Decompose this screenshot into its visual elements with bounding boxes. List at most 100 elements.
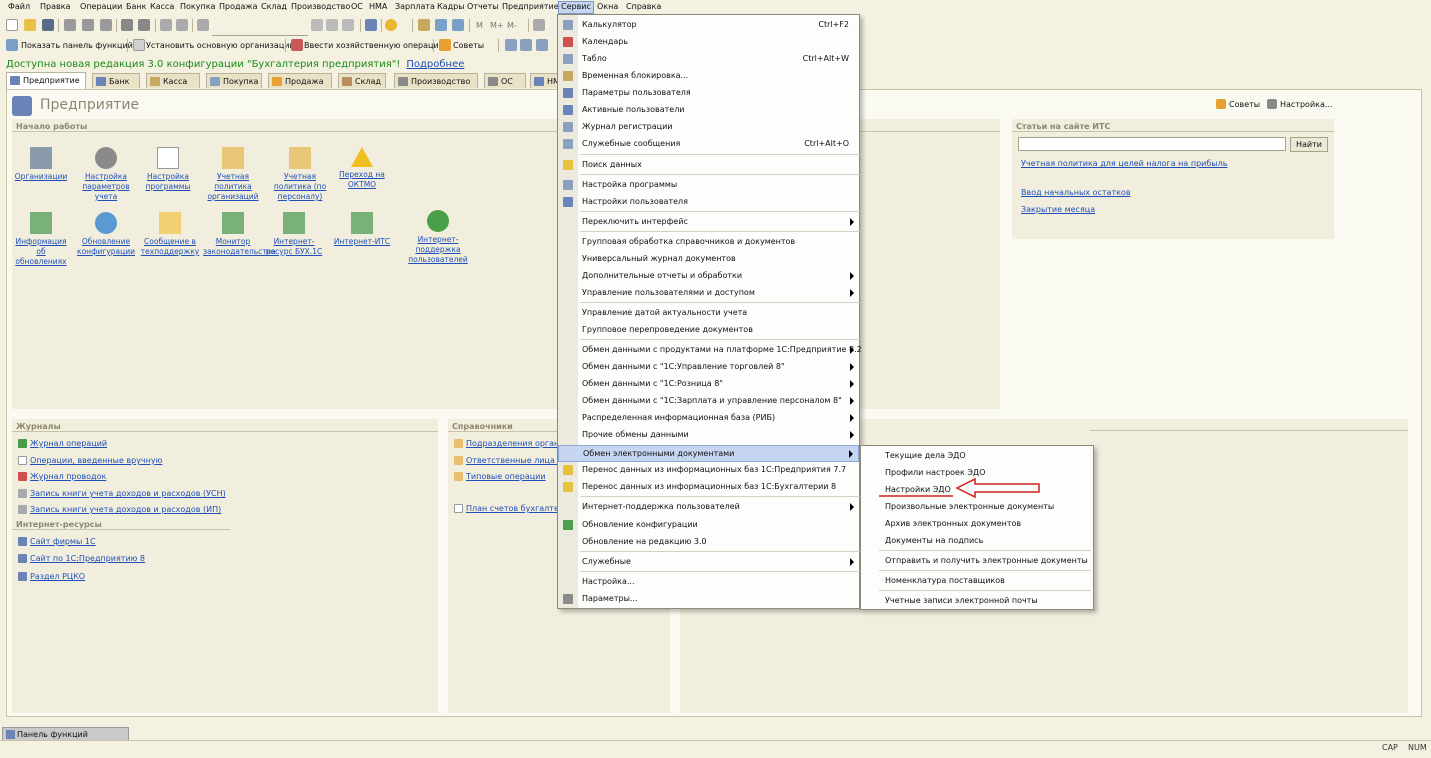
search-next-icon[interactable] bbox=[326, 19, 338, 31]
paste-icon[interactable] bbox=[100, 19, 112, 31]
settings-header-link[interactable]: Настройка... bbox=[1280, 100, 1333, 109]
edo-menu-item-docs-to-sign[interactable]: Документы на подпись bbox=[861, 533, 1093, 550]
service-menu-item-group-processing[interactable]: Групповая обработка справочников и докум… bbox=[558, 234, 859, 251]
service-menu-item-service-sub[interactable]: Служебные bbox=[558, 554, 859, 571]
menu-hr[interactable]: Кадры bbox=[437, 2, 465, 11]
table-icon[interactable] bbox=[452, 19, 464, 31]
menu-purchase[interactable]: Покупка bbox=[180, 2, 215, 11]
redo-icon[interactable] bbox=[176, 19, 188, 31]
menu-bank[interactable]: Банк bbox=[126, 2, 146, 11]
service-menu-item-extra-reports[interactable]: Дополнительные отчеты и обработки bbox=[558, 268, 859, 285]
menu-warehouse[interactable]: Склад bbox=[261, 2, 287, 11]
service-menu-item-calculator[interactable]: Калькулятор Ctrl+F2 bbox=[558, 17, 859, 34]
menu-os[interactable]: ОС bbox=[351, 2, 363, 11]
tab-cash[interactable]: Касса bbox=[146, 73, 200, 88]
report-icon[interactable] bbox=[520, 39, 532, 51]
start-item-personnel-policy[interactable]: Учетная политика (по персоналу) bbox=[270, 147, 330, 202]
memory-plus-label[interactable]: M+ bbox=[490, 21, 504, 30]
chart-icon[interactable] bbox=[505, 39, 517, 51]
service-menu-item-exchange-82[interactable]: Обмен данными с продуктами на платформе … bbox=[558, 342, 862, 359]
service-menu-item-search-data[interactable]: Поиск данных bbox=[558, 157, 859, 174]
journal-item[interactable]: Запись книги учета доходов и расходов (У… bbox=[30, 489, 226, 498]
start-item-internet-support[interactable]: Интернет-поддержка пользователей bbox=[397, 210, 479, 265]
search-clear-icon[interactable] bbox=[311, 19, 323, 31]
service-menu-item-internet-support[interactable]: Интернет-поддержка пользователей bbox=[558, 499, 859, 516]
copy-icon[interactable] bbox=[82, 19, 94, 31]
its-search-input[interactable] bbox=[1018, 137, 1286, 151]
edo-menu-item-archive[interactable]: Архив электронных документов bbox=[861, 516, 1093, 533]
start-item-org-policy[interactable]: Учетная политика организаций bbox=[203, 147, 263, 202]
internet-item[interactable]: Раздел РЦКО bbox=[30, 572, 85, 581]
show-panel-button[interactable]: Показать панель функций bbox=[21, 41, 133, 50]
start-item-oktmo[interactable]: Переход на ОКТМО bbox=[332, 147, 392, 190]
find-icon[interactable] bbox=[197, 19, 209, 31]
set-main-org-button[interactable]: Установить основную организацию bbox=[146, 41, 296, 50]
start-item-buh-resource[interactable]: Интернет-ресурс БУХ.1С bbox=[264, 212, 324, 257]
service-menu-item-edo[interactable]: Обмен электронными документами bbox=[558, 445, 859, 462]
enter-operation-button[interactable]: Ввести хозяйственную операцию bbox=[304, 41, 445, 50]
refs-item[interactable]: План счетов бухгалтер bbox=[466, 504, 564, 513]
start-item-config-update[interactable]: Обновление конфигурации bbox=[76, 212, 136, 257]
service-menu-item-switch-interface[interactable]: Переключить интерфейс bbox=[558, 214, 859, 231]
menu-cash[interactable]: Касса bbox=[150, 2, 174, 11]
its-link-tax-policy[interactable]: Учетная политика для целей налога на при… bbox=[1021, 159, 1227, 168]
service-menu-item-program-settings[interactable]: Настройка программы bbox=[558, 177, 859, 194]
journal-item[interactable]: Операции, введенные вручную bbox=[30, 456, 162, 465]
start-item-update-info[interactable]: Информация об обновлениях bbox=[11, 212, 71, 267]
service-menu-item-transfer-buh8[interactable]: Перенос данных из информационных баз 1С:… bbox=[558, 479, 859, 496]
tab-warehouse[interactable]: Склад bbox=[338, 73, 386, 88]
tab-os[interactable]: ОС bbox=[484, 73, 526, 88]
tab-nma[interactable]: НМА bbox=[530, 73, 565, 88]
internet-item[interactable]: Сайт фирмы 1С bbox=[30, 537, 96, 546]
service-menu-item-users-access[interactable]: Управление пользователями и доступом bbox=[558, 285, 859, 302]
service-menu-item-calendar[interactable]: Календарь bbox=[558, 34, 859, 51]
open-folder-icon[interactable] bbox=[24, 19, 36, 31]
edo-menu-item-current-tasks[interactable]: Текущие дела ЭДО bbox=[861, 448, 1093, 465]
its-link-opening-balances[interactable]: Ввод начальных остатков bbox=[1021, 188, 1131, 197]
notice-more-link[interactable]: Подробнее bbox=[406, 59, 464, 70]
service-menu-item-other-exchanges[interactable]: Прочие обмены данными bbox=[558, 427, 859, 444]
service-menu-item-exchange-retail[interactable]: Обмен данными с "1С:Розница 8" bbox=[558, 376, 859, 393]
menu-enterprise[interactable]: Предприятие bbox=[502, 2, 559, 11]
its-link-month-close[interactable]: Закрытие месяца bbox=[1021, 205, 1095, 214]
edo-menu-item-supplier-nomenclature[interactable]: Номенклатура поставщиков bbox=[861, 573, 1093, 590]
menu-file[interactable]: Файл bbox=[8, 2, 30, 11]
service-menu-item-tablo[interactable]: Табло Ctrl+Alt+W bbox=[558, 51, 859, 68]
refs-item[interactable]: Типовые операции bbox=[466, 472, 546, 481]
menu-sale[interactable]: Продажа bbox=[219, 2, 258, 11]
service-menu-item-user-settings[interactable]: Настройки пользователя bbox=[558, 194, 859, 211]
tips-header-link[interactable]: Советы bbox=[1229, 100, 1260, 109]
tab-enterprise[interactable]: Предприятие bbox=[6, 72, 86, 89]
service-menu-item-parameters[interactable]: Параметры... bbox=[558, 591, 859, 608]
window-icon[interactable] bbox=[365, 19, 377, 31]
service-menu-item-actuality-date[interactable]: Управление датой актуальности учета bbox=[558, 305, 859, 322]
service-menu-item-group-reposting[interactable]: Групповое перепроведение документов bbox=[558, 322, 859, 339]
service-menu-item-rib[interactable]: Распределенная информационная база (РИБ) bbox=[558, 410, 859, 427]
calendar-icon[interactable] bbox=[418, 19, 430, 31]
its-search-button[interactable]: Найти bbox=[1290, 137, 1328, 152]
journal-item[interactable]: Запись книги учета доходов и расходов (И… bbox=[30, 505, 221, 514]
edo-menu-item-email-accounts[interactable]: Учетные записи электронной почты bbox=[861, 593, 1093, 610]
menu-help[interactable]: Справка bbox=[626, 2, 661, 11]
memory-minus-label[interactable]: M- bbox=[507, 21, 517, 30]
menu-reports[interactable]: Отчеты bbox=[467, 2, 499, 11]
edo-menu-item-arbitrary-docs[interactable]: Произвольные электронные документы bbox=[861, 499, 1093, 516]
tab-bank[interactable]: Банк bbox=[92, 73, 140, 88]
service-menu-item-setup[interactable]: Настройка... bbox=[558, 574, 859, 591]
service-menu-item-active-users[interactable]: Активные пользователи bbox=[558, 102, 859, 119]
menu-operations[interactable]: Операции bbox=[80, 2, 122, 11]
start-item-program-settings[interactable]: Настройка программы bbox=[138, 147, 198, 192]
tips-button[interactable]: Советы bbox=[453, 41, 484, 50]
internet-item[interactable]: Сайт по 1С:Предприятию 8 bbox=[30, 554, 145, 563]
service-menu-item-service-messages[interactable]: Служебные сообщения Ctrl+Alt+O bbox=[558, 136, 859, 153]
start-item-its[interactable]: Интернет-ИТС bbox=[332, 212, 392, 247]
journal-item[interactable]: Журнал операций bbox=[30, 439, 107, 448]
undo-icon[interactable] bbox=[160, 19, 172, 31]
start-item-organizations[interactable]: Организации bbox=[11, 147, 71, 182]
start-item-legislation-monitor[interactable]: Монитор законодательства bbox=[203, 212, 276, 257]
tab-sale[interactable]: Продажа bbox=[268, 73, 332, 88]
print-icon[interactable] bbox=[121, 19, 133, 31]
service-menu-item-update-30[interactable]: Обновление на редакцию 3.0 bbox=[558, 534, 859, 551]
cut-icon[interactable] bbox=[64, 19, 76, 31]
journal-item[interactable]: Журнал проводок bbox=[30, 472, 106, 481]
